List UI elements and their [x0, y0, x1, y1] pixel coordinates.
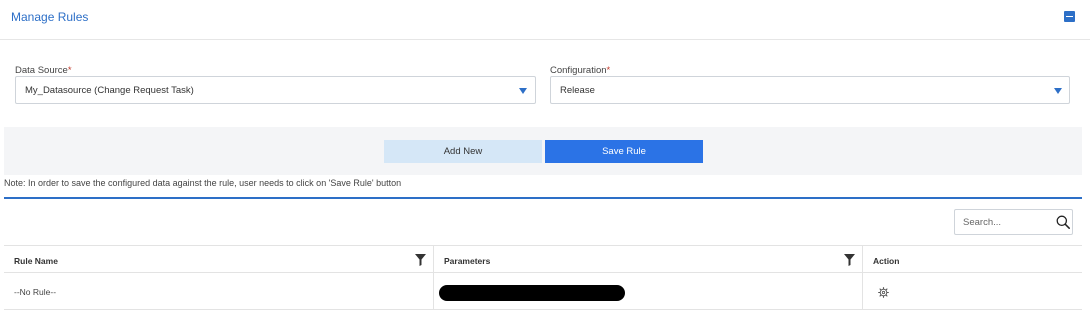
chevron-down-icon [1054, 88, 1062, 94]
search-box [954, 209, 1073, 235]
table-header: Rule Name Parameters Action [4, 245, 1082, 273]
column-header-parameters: Parameters [434, 246, 862, 273]
column-header-action: Action [863, 246, 1082, 273]
table-row: --No Rule-- [4, 273, 1082, 310]
chevron-down-icon [519, 88, 527, 94]
data-source-label-text: Data Source [15, 65, 68, 76]
filter-icon[interactable] [844, 254, 855, 266]
filter-icon[interactable] [415, 254, 426, 266]
rule-form: Data Source* My_Datasource (Change Reque… [0, 0, 1090, 126]
save-note: Note: In order to save the configured da… [4, 178, 402, 188]
search-input[interactable] [963, 215, 1053, 229]
configuration-label-text: Configuration [550, 65, 607, 76]
configuration-select[interactable]: Release [550, 76, 1070, 104]
column-header-rule-name: Rule Name [4, 246, 433, 273]
required-marker: * [606, 65, 611, 76]
rule-name-cell: --No Rule-- [14, 287, 57, 297]
gear-icon[interactable] [878, 287, 889, 298]
search-icon[interactable] [1056, 215, 1070, 229]
column-label: Parameters [444, 256, 491, 266]
required-marker: * [67, 65, 72, 76]
redacted-parameters [439, 285, 625, 301]
configuration-value: Release [560, 85, 595, 96]
data-source-value: My_Datasource (Change Request Task) [25, 85, 194, 96]
data-source-label: Data Source* [15, 65, 72, 76]
add-new-button[interactable]: Add New [384, 140, 542, 163]
section-divider [4, 197, 1082, 199]
column-label: Rule Name [14, 256, 58, 266]
configuration-label: Configuration* [550, 65, 610, 76]
data-source-select[interactable]: My_Datasource (Change Request Task) [15, 76, 536, 104]
save-rule-button[interactable]: Save Rule [545, 140, 703, 163]
column-label: Action [873, 256, 900, 266]
action-bar: Add New Save Rule [4, 127, 1082, 175]
